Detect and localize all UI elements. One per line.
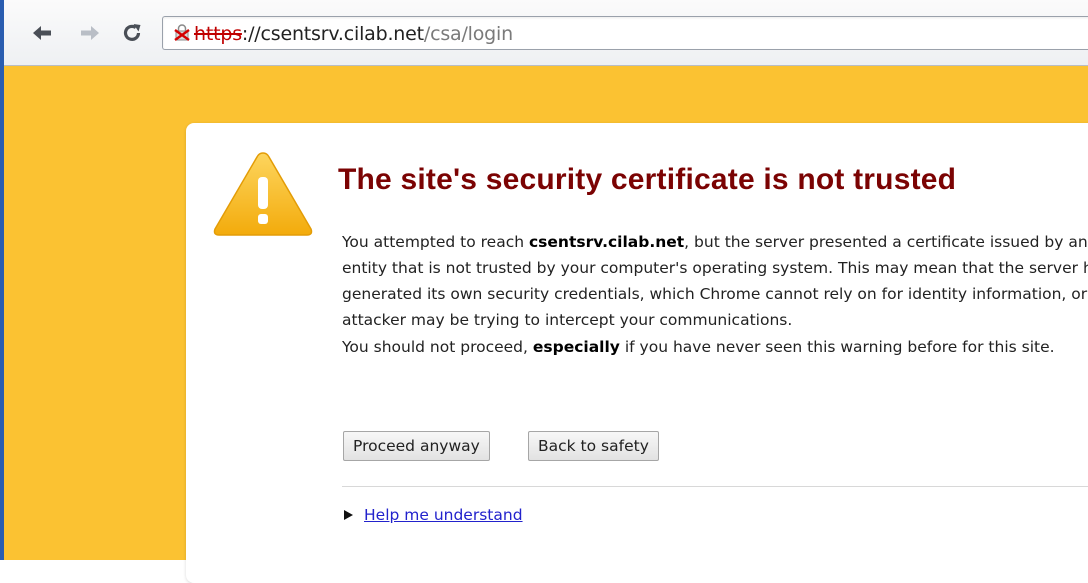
reload-icon — [123, 24, 141, 41]
arrow-right-icon — [81, 26, 99, 40]
interstitial-background: The site's security certificate is not t… — [4, 66, 1088, 583]
warning-triangle-icon — [213, 152, 313, 236]
disclosure-triangle-icon[interactable] — [342, 509, 354, 521]
warning-card: The site's security certificate is not t… — [186, 123, 1088, 583]
para1-prefix: You attempted to reach — [342, 233, 529, 251]
browser-toolbar: https://csentsrv.cilab.net/csa/login — [4, 0, 1088, 66]
forward-button[interactable] — [78, 20, 102, 46]
broken-lock-icon — [174, 24, 190, 41]
advice-paragraph: You should not proceed, especially if yo… — [342, 334, 1088, 360]
url-host: csentsrv.cilab.net — [260, 23, 425, 45]
url-path: /csa/login — [423, 23, 513, 45]
page-title: The site's security certificate is not t… — [338, 163, 957, 196]
help-me-understand-link[interactable]: Help me understand — [364, 506, 523, 524]
url-separator: :// — [241, 23, 261, 45]
para1-host: csentsrv.cilab.net — [528, 233, 685, 251]
back-to-safety-button[interactable]: Back to safety — [528, 431, 659, 461]
explanation-paragraph: You attempted to reach csentsrv.cilab.ne… — [342, 229, 1088, 333]
url-text: https://csentsrv.cilab.net/csa/login — [194, 20, 513, 48]
para2-prefix: You should not proceed, — [342, 338, 533, 356]
help-disclosure[interactable]: Help me understand — [342, 504, 523, 526]
para2-suffix: if you have never seen this warning befo… — [619, 338, 1055, 356]
reload-button[interactable] — [120, 20, 144, 46]
back-button[interactable] — [30, 20, 54, 46]
divider — [342, 486, 1088, 487]
address-bar[interactable]: https://csentsrv.cilab.net/csa/login — [162, 16, 1088, 50]
arrow-left-icon — [33, 26, 51, 40]
url-scheme: https — [194, 23, 242, 45]
proceed-anyway-button[interactable]: Proceed anyway — [343, 431, 490, 461]
para2-emphasis: especially — [532, 338, 620, 356]
